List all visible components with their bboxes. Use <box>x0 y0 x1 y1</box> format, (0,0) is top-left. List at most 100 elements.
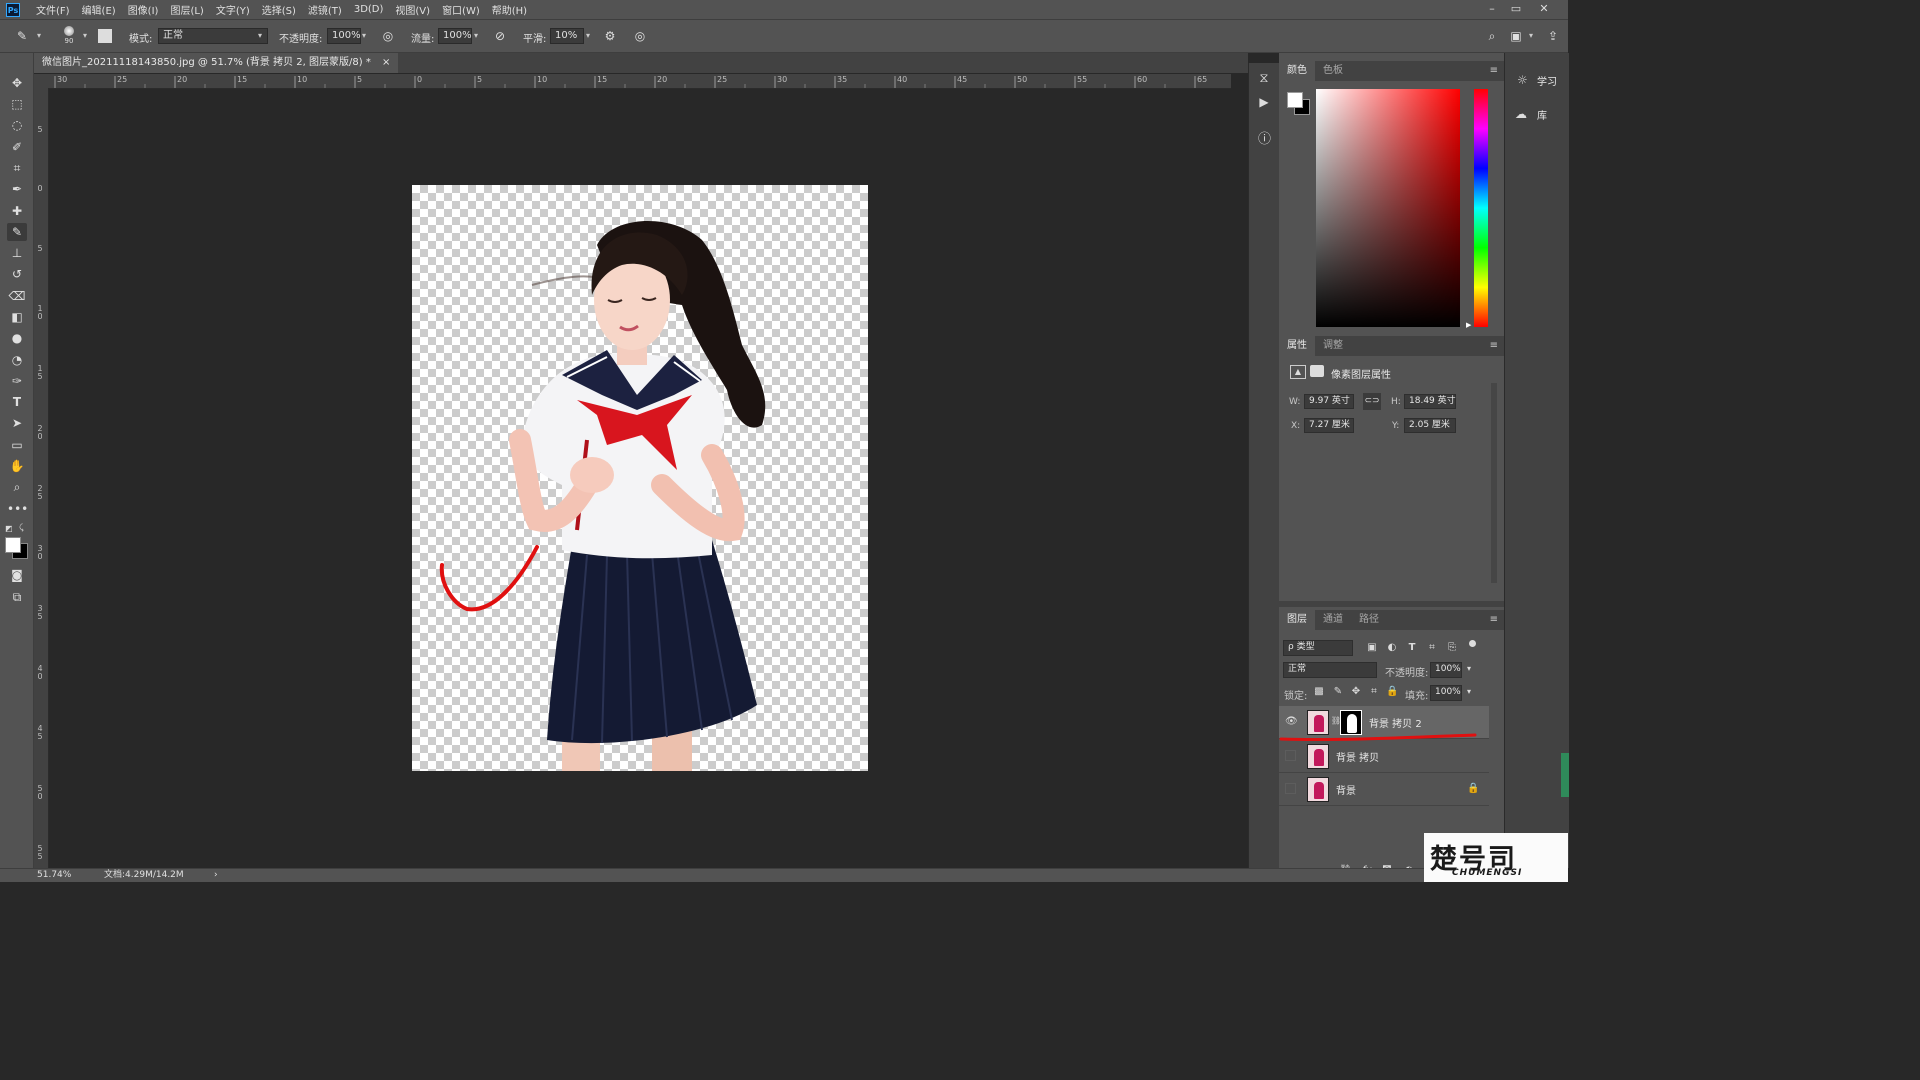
x-input[interactable]: 7.27 厘米 <box>1304 418 1354 433</box>
zoom-level[interactable]: 51.74% <box>37 869 71 882</box>
opacity-input[interactable]: 100% <box>327 28 361 44</box>
y-input[interactable]: 2.05 厘米 <box>1404 418 1456 433</box>
filter-shape-icon[interactable]: ⌗ <box>1426 642 1438 653</box>
chevron-down-icon[interactable]: ▾ <box>474 28 478 44</box>
swap-colors-icon[interactable]: ⤹ <box>19 523 24 533</box>
type-tool-icon[interactable]: T <box>7 393 27 411</box>
quick-select-tool-icon[interactable]: ✐ <box>7 138 27 156</box>
menu-layer[interactable]: 图层(L) <box>164 2 209 17</box>
mask-icon[interactable] <box>1310 365 1324 377</box>
hand-tool-icon[interactable]: ✋ <box>7 457 27 475</box>
crop-tool-icon[interactable]: ⌗ <box>7 159 27 177</box>
lock-transparent-icon[interactable]: ▩ <box>1313 686 1325 697</box>
brush-tool-icon[interactable]: ✎ <box>7 223 27 241</box>
history-brush-tool-icon[interactable]: ↺ <box>7 265 27 283</box>
layer-name[interactable]: 背景 拷贝 <box>1336 749 1379 764</box>
link-dimensions-icon[interactable]: ⊂⊃ <box>1363 393 1381 410</box>
library-label[interactable]: 库 <box>1537 107 1547 122</box>
share-icon[interactable]: ⇪ <box>1545 28 1561 44</box>
filter-type-icon[interactable]: T <box>1406 642 1418 653</box>
pen-tool-icon[interactable]: ✑ <box>7 372 27 390</box>
restore-icon[interactable]: ▭ <box>1505 0 1527 19</box>
lightbulb-icon[interactable]: ☼ <box>1517 73 1528 87</box>
history-panel-icon[interactable]: ⧖ <box>1258 71 1270 86</box>
eraser-tool-icon[interactable]: ⌫ <box>7 287 27 305</box>
brush-settings-panel-icon[interactable] <box>98 29 112 43</box>
side-scroll-handle[interactable] <box>1561 753 1569 797</box>
foreground-color-swatch[interactable] <box>1287 92 1303 108</box>
tab-channels[interactable]: 通道 <box>1315 610 1351 630</box>
marquee-tool-icon[interactable]: ⬚ <box>7 95 27 113</box>
menu-help[interactable]: 帮助(H) <box>486 2 533 17</box>
chevron-down-icon[interactable]: ▾ <box>586 28 590 44</box>
panel-menu-icon[interactable]: ≡ <box>1490 614 1498 625</box>
mode-select[interactable]: 正常 <box>158 28 268 44</box>
layer-blend-mode-select[interactable]: 正常 <box>1283 662 1377 678</box>
filter-toggle-icon[interactable] <box>1469 640 1476 647</box>
eye-icon[interactable]: 👁 <box>1285 716 1298 728</box>
menu-3d[interactable]: 3D(D) <box>348 4 390 15</box>
layer-thumbnail[interactable] <box>1307 744 1329 769</box>
menu-select[interactable]: 选择(S) <box>256 2 302 17</box>
paint-bucket-tool-icon[interactable]: ◧ <box>7 308 27 326</box>
brush-preset-picker[interactable]: 90 <box>61 25 77 45</box>
menu-file[interactable]: 文件(F) <box>30 2 76 17</box>
visibility-toggle[interactable] <box>1285 783 1296 794</box>
layer-name[interactable]: 背景 <box>1336 782 1356 797</box>
chevron-down-icon[interactable]: ▾ <box>37 28 41 44</box>
chevron-down-icon[interactable]: ▾ <box>1463 687 1475 696</box>
color-saturation-field[interactable] <box>1316 89 1460 327</box>
screen-mode-icon[interactable]: ⧉ <box>7 588 27 606</box>
lock-all-icon[interactable]: 🔒 <box>1386 686 1398 697</box>
menu-edit[interactable]: 编辑(E) <box>76 2 122 17</box>
tab-properties[interactable]: 属性 <box>1279 336 1315 356</box>
properties-scrollbar[interactable] <box>1491 383 1497 583</box>
tab-adjustments[interactable]: 调整 <box>1315 336 1351 356</box>
layer-thumbnail[interactable] <box>1307 777 1329 802</box>
filter-pixel-icon[interactable]: ▣ <box>1366 642 1378 653</box>
chevron-down-icon[interactable]: ▾ <box>83 28 87 44</box>
panel-menu-icon[interactable]: ≡ <box>1490 340 1498 351</box>
lasso-tool-icon[interactable]: ◌ <box>7 116 27 134</box>
lock-pixels-icon[interactable]: ✎ <box>1332 686 1344 697</box>
workspace-icon[interactable]: ▣ <box>1508 28 1524 44</box>
zoom-tool-icon[interactable]: ⌕ <box>7 478 27 496</box>
gear-icon[interactable]: ⚙ <box>602 28 618 44</box>
filter-adjustment-icon[interactable]: ◐ <box>1386 642 1398 653</box>
tab-layers[interactable]: 图层 <box>1279 610 1315 630</box>
tab-paths[interactable]: 路径 <box>1351 610 1387 630</box>
chevron-down-icon[interactable]: ▾ <box>362 28 366 44</box>
info-icon[interactable]: ⓘ <box>1258 128 1271 147</box>
path-selection-tool-icon[interactable]: ➤ <box>7 414 27 432</box>
fill-input[interactable]: 100% <box>1430 685 1462 701</box>
layer-row[interactable]: 背景 🔒 <box>1279 773 1489 806</box>
learn-label[interactable]: 学习 <box>1537 73 1557 88</box>
menu-filter[interactable]: 滤镜(T) <box>302 2 348 17</box>
smoothing-input[interactable]: 10% <box>550 28 584 44</box>
pressure-size-icon[interactable]: ◎ <box>632 28 648 44</box>
tab-swatches[interactable]: 色板 <box>1315 61 1351 81</box>
document-tab[interactable]: 微信图片_20211118143850.jpg @ 51.7% (背景 拷贝 2… <box>34 53 399 73</box>
height-input[interactable]: 18.49 英寸 <box>1404 394 1456 409</box>
eyedropper-tool-icon[interactable]: ✒ <box>7 180 27 198</box>
tab-color[interactable]: 颜色 <box>1279 61 1315 81</box>
lock-position-icon[interactable]: ✥ <box>1350 686 1362 697</box>
default-colors-icon[interactable]: ◩ <box>5 524 13 533</box>
healing-brush-tool-icon[interactable]: ✚ <box>7 202 27 220</box>
chevron-down-icon[interactable]: ▾ <box>1529 28 1533 44</box>
quick-mask-icon[interactable]: ◙ <box>7 566 27 584</box>
menu-type[interactable]: 文字(Y) <box>210 2 256 17</box>
chevron-down-icon[interactable]: ▾ <box>1463 664 1475 673</box>
layer-name[interactable]: 背景 拷贝 2 <box>1369 715 1422 730</box>
actions-panel-icon[interactable]: ▶ <box>1258 95 1270 109</box>
minimize-icon[interactable]: – <box>1481 0 1503 19</box>
width-input[interactable]: 9.97 英寸 <box>1304 394 1354 409</box>
rectangle-tool-icon[interactable]: ▭ <box>7 436 27 454</box>
layer-filter-select[interactable]: ρ 类型 <box>1283 640 1353 656</box>
document-canvas[interactable] <box>412 185 868 771</box>
lock-artboard-icon[interactable]: ⌗ <box>1368 686 1380 697</box>
status-menu-arrow-icon[interactable]: › <box>214 869 218 882</box>
clone-stamp-tool-icon[interactable]: ⊥ <box>7 244 27 262</box>
move-tool-icon[interactable]: ✥ <box>7 74 27 92</box>
search-icon[interactable]: ⌕ <box>1484 28 1500 44</box>
